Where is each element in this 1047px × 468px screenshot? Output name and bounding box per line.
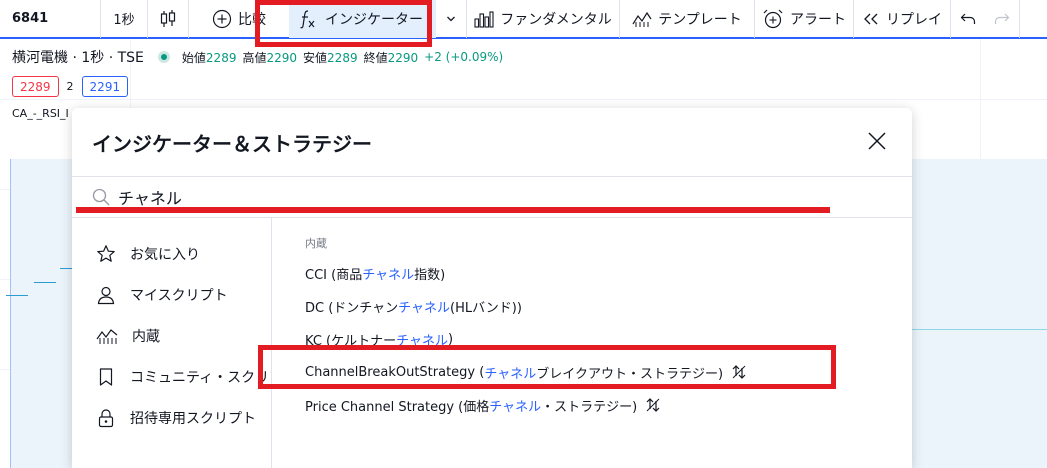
close-icon <box>868 132 886 150</box>
symbol-title[interactable]: 横河電機 · 1秒 · TSE <box>12 47 144 67</box>
sidebar-item-community[interactable]: コミュニティ・スクリプト <box>72 356 271 397</box>
sidebar-item-my-scripts[interactable]: マイスクリプト <box>72 274 271 315</box>
result-item[interactable]: CCI (商品 チャネル 指数) <box>305 263 445 283</box>
spread-value: 2 <box>66 80 74 93</box>
builtin-chart-icon <box>96 328 118 344</box>
result-item[interactable]: DC (ドンチャン チャネル (HLバンド)) <box>305 296 522 316</box>
templates-label: テンプレート <box>658 11 742 28</box>
results-panel: 内蔵 CCI (商品 チャネル 指数) DC (ドンチャン チャネル (HLバンド))… <box>273 218 912 468</box>
sidebar-item-label: お気に入り <box>130 246 200 263</box>
alert-label: アラート <box>790 11 846 28</box>
sidebar-item-label: コミュニティ・スクリプト <box>130 369 271 386</box>
section-heading: 内蔵 <box>305 237 327 250</box>
templates-button[interactable]: テンプレート <box>620 0 754 38</box>
bookmark-icon <box>99 367 113 386</box>
result-highlight: チャネル <box>362 267 415 283</box>
change-value: +2 (+0.09%) <box>424 50 504 64</box>
result-text: DC (ドンチャン <box>305 300 399 316</box>
bar-chart-icon <box>474 10 494 28</box>
indicators-dropdown-button[interactable] <box>436 0 466 38</box>
grid-line <box>0 99 1047 100</box>
fundamentals-label: ファンダメンタル <box>500 11 612 28</box>
indicators-dialog: インジケーター＆ストラテジー お気に入り マイスクリプト <box>72 108 912 468</box>
undo-icon <box>960 13 976 24</box>
sidebar-item-favorites[interactable]: お気に入り <box>72 233 271 274</box>
sidebar-item-label: 招待専用スクリプト <box>130 410 256 427</box>
trade-buttons: 2289 2 2291 <box>12 76 129 97</box>
sidebar-item-builtin[interactable]: 内蔵 <box>72 315 271 356</box>
indicator-line <box>6 295 28 296</box>
study-legend[interactable]: CA_-_RSI_I <box>12 107 69 120</box>
alarm-clock-icon <box>763 9 783 28</box>
open-value: 始値2289 <box>181 50 237 65</box>
market-status-icon <box>157 51 170 63</box>
result-highlight: チャネル <box>398 300 451 316</box>
result-text: (HLバンド)) <box>450 300 522 316</box>
sell-button[interactable]: 2289 <box>12 76 59 97</box>
result-text: ・ストラテジー) <box>541 399 638 415</box>
top-toolbar: 6841 1秒 比較 インジケーター ファンダメンタル テンプレート アラート … <box>0 0 1047 39</box>
indicator-line <box>60 268 72 269</box>
buy-button[interactable]: 2291 <box>81 76 129 97</box>
pane-border <box>10 159 11 468</box>
star-icon <box>97 244 115 262</box>
sidebar-item-label: 内蔵 <box>132 328 160 345</box>
redo-icon <box>994 13 1010 24</box>
result-highlight: チャネル <box>489 399 542 415</box>
highlight-underline-search <box>76 207 830 213</box>
sidebar-item-invite-only[interactable]: 招待専用スクリプト <box>72 397 271 438</box>
fundamentals-button[interactable]: ファンダメンタル <box>467 0 619 38</box>
high-value: 高値2290 <box>242 50 298 65</box>
highlight-box-strategy <box>258 345 836 389</box>
lock-icon <box>98 408 114 427</box>
result-text: CCI (商品 <box>305 267 363 283</box>
symbol-legend: 横河電機 · 1秒 · TSE 始値2289 高値2290 安値2289 終値2… <box>12 47 503 67</box>
chart-type-button[interactable] <box>148 0 188 38</box>
category-sidebar: お気に入り マイスクリプト 内蔵 コミュニティ・スクリプト <box>72 218 272 468</box>
interval-button[interactable]: 1秒 <box>101 0 147 38</box>
result-text: 指数) <box>414 267 446 283</box>
symbol-search-button[interactable]: 6841 <box>0 0 100 38</box>
sidebar-item-label: マイスクリプト <box>130 287 228 304</box>
strategy-icon <box>646 398 660 412</box>
indicator-line <box>34 282 56 283</box>
search-icon <box>92 188 110 206</box>
redo-button[interactable] <box>985 0 1019 38</box>
close-value: 終値2290 <box>363 50 419 65</box>
low-value: 安値2289 <box>303 50 358 65</box>
result-text: Price Channel Strategy (価格 <box>305 399 490 415</box>
replay-button[interactable]: リプレイ <box>854 0 950 38</box>
template-chart-icon <box>632 11 652 27</box>
dialog-title: インジケーター＆ストラテジー <box>92 132 372 156</box>
alert-button[interactable]: アラート <box>755 0 853 38</box>
toolbar-divider <box>1019 0 1020 38</box>
user-icon <box>97 286 115 304</box>
rewind-icon <box>864 13 878 24</box>
close-button[interactable] <box>866 130 888 152</box>
chevron-down-icon <box>447 16 455 21</box>
indicator-line <box>912 329 1047 330</box>
replay-label: リプレイ <box>886 11 942 28</box>
search-input[interactable] <box>118 187 878 207</box>
result-item[interactable]: Price Channel Strategy (価格 チャネル ・ストラテジー) <box>305 395 661 415</box>
highlight-box-indicators <box>255 0 432 47</box>
undo-button[interactable] <box>951 0 985 38</box>
plus-circle-icon <box>212 9 232 28</box>
candles-icon <box>160 9 176 27</box>
